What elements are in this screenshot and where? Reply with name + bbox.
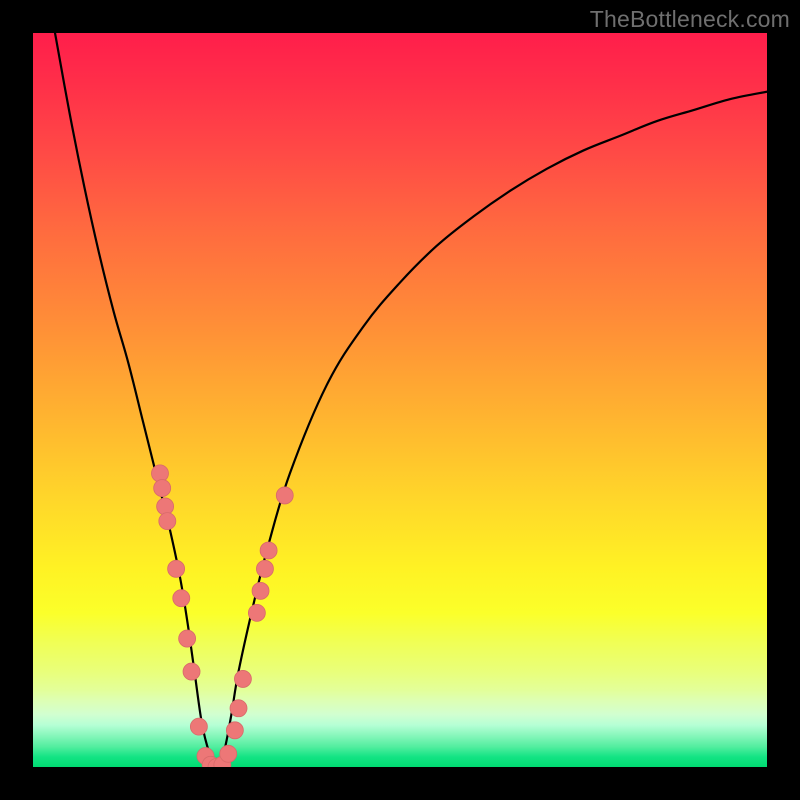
scatter-dots [151,465,293,767]
scatter-dot [220,745,237,762]
scatter-dot [226,722,243,739]
scatter-dot [179,630,196,647]
scatter-dot [260,542,277,559]
chart-svg [33,33,767,767]
scatter-dot [151,465,168,482]
scatter-dot [256,560,273,577]
chart-frame: TheBottleneck.com [0,0,800,800]
bottleneck-curve [55,33,767,767]
scatter-dot [159,513,176,530]
plot-area [33,33,767,767]
scatter-dot [252,582,269,599]
scatter-dot [157,498,174,515]
scatter-dot [248,604,265,621]
scatter-dot [276,487,293,504]
scatter-dot [190,718,207,735]
watermark-text: TheBottleneck.com [590,6,790,33]
scatter-dot [154,480,171,497]
scatter-dot [168,560,185,577]
scatter-dot [183,663,200,680]
scatter-dot [234,670,251,687]
scatter-dot [173,590,190,607]
scatter-dot [230,700,247,717]
